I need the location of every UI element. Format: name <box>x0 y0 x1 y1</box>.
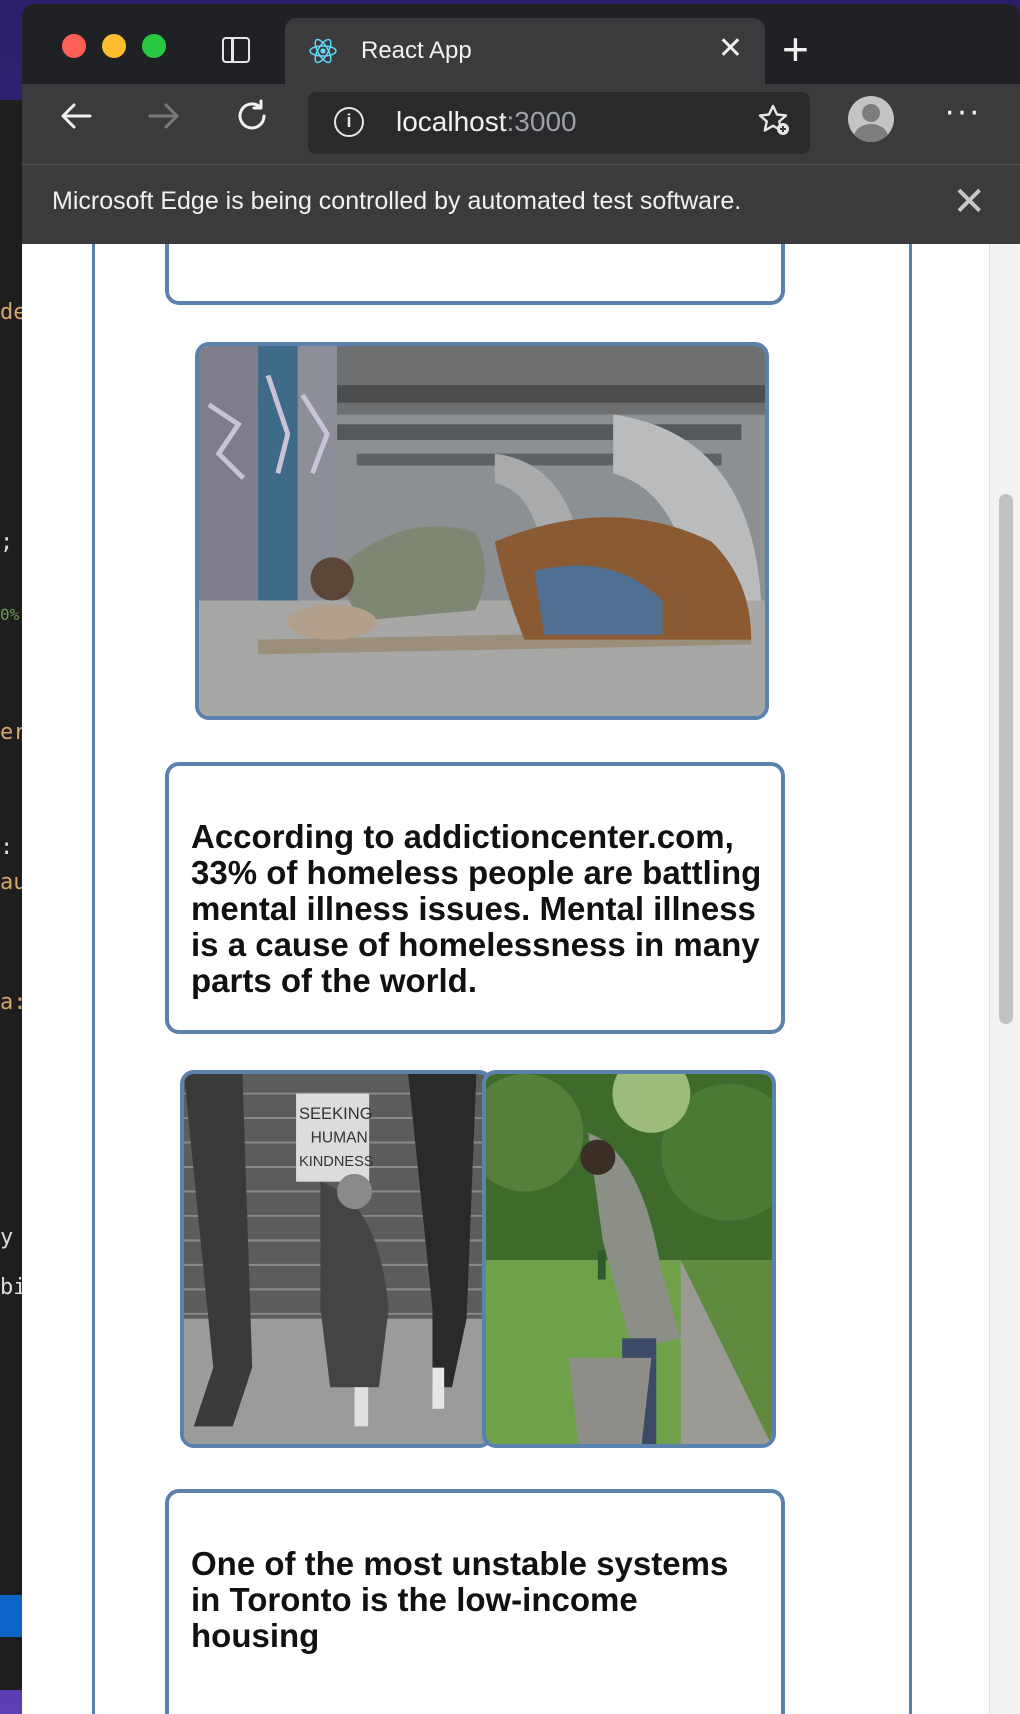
address-bar[interactable]: i localhost:3000 <box>308 92 810 154</box>
content-column: According to addictioncenter.com, 33% of… <box>92 244 912 1714</box>
browser-window: React App ✕ + i localhost:3000 ··· Micro… <box>22 4 1020 1714</box>
infobar-message: Microsoft Edge is being controlled by au… <box>52 187 742 215</box>
photo-man-in-park <box>482 1070 776 1448</box>
reload-icon[interactable] <box>232 96 272 146</box>
photo-kindness-sign: SEEKING HUMAN KINDNESS <box>180 1070 493 1448</box>
site-info-icon[interactable]: i <box>334 107 364 137</box>
svg-text:HUMAN: HUMAN <box>311 1129 368 1146</box>
address-port: :3000 <box>506 106 577 137</box>
close-window-button[interactable] <box>62 34 86 58</box>
profile-avatar-icon[interactable] <box>848 96 894 142</box>
maximize-window-button[interactable] <box>142 34 166 58</box>
automation-infobar: Microsoft Edge is being controlled by au… <box>22 164 1020 245</box>
page-scrollbar[interactable] <box>989 244 1020 1714</box>
text-card-1 <box>165 244 785 305</box>
mental-illness-paragraph: According to addictioncenter.com, 33% of… <box>191 818 762 999</box>
text-card-2: According to addictioncenter.com, 33% of… <box>165 762 785 1034</box>
forward-arrow-icon[interactable] <box>144 96 184 146</box>
housing-paragraph: One of the most unstable systems in Toro… <box>191 1545 729 1654</box>
address-host: localhost <box>396 106 507 137</box>
photo-sleeping-man <box>195 342 769 720</box>
text-card-3: One of the most unstable systems in Toro… <box>165 1489 785 1714</box>
background-code-editor: de ; 0% er : au a: y bi <box>0 100 22 1690</box>
svg-text:SEEKING: SEEKING <box>299 1104 373 1123</box>
address-url[interactable]: localhost:3000 <box>396 106 577 138</box>
browser-toolbar: i localhost:3000 ··· <box>22 84 1020 164</box>
react-logo-icon <box>309 38 337 64</box>
scrollbar-thumb[interactable] <box>999 494 1013 1024</box>
more-options-icon[interactable]: ··· <box>944 92 981 131</box>
new-tab-button[interactable]: + <box>782 22 809 76</box>
man-in-park-image <box>486 1074 772 1444</box>
tab-bar: React App ✕ + <box>22 4 1020 84</box>
tab-title: React App <box>361 37 472 64</box>
tab-react-app[interactable]: React App ✕ <box>285 18 765 84</box>
back-arrow-icon[interactable] <box>56 96 96 146</box>
close-tab-icon[interactable]: ✕ <box>718 34 743 64</box>
add-favorite-icon[interactable] <box>756 102 792 147</box>
minimize-window-button[interactable] <box>102 34 126 58</box>
kindness-sign-image: SEEKING HUMAN KINDNESS <box>184 1074 489 1444</box>
tab-actions-icon[interactable] <box>222 37 250 63</box>
infobar-close-icon[interactable]: ✕ <box>952 179 986 225</box>
svg-text:KINDNESS: KINDNESS <box>299 1154 374 1170</box>
page-viewport: According to addictioncenter.com, 33% of… <box>22 244 1020 1714</box>
sleeping-man-image <box>199 346 765 716</box>
